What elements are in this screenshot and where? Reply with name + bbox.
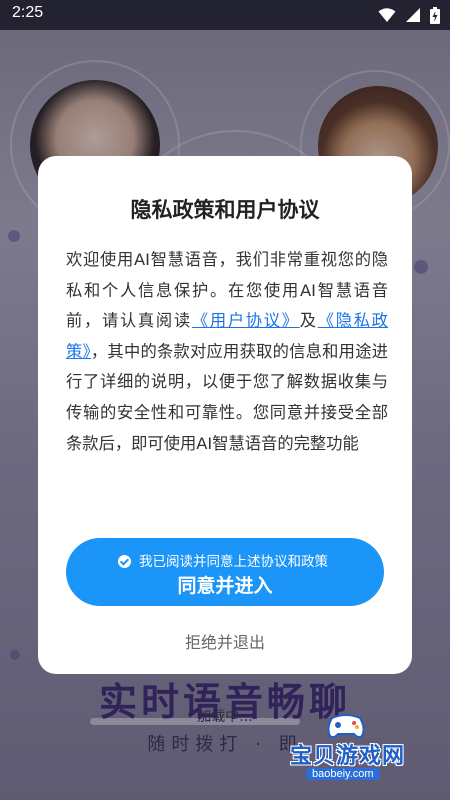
dialog-title: 隐私政策和用户协议 [130, 198, 320, 222]
agree-and-enter-button[interactable]: 我已阅读并同意上述协议和政策 同意并进入 [66, 538, 384, 606]
watermark-url: baobeiy.com [306, 768, 380, 780]
body-text-3: ，其中的条款对应用获取的信息和用途进行了详细的说明，以便于您了解数据收集与传输的… [66, 341, 388, 453]
check-icon [118, 555, 131, 568]
dialog-body: 欢迎使用AI智慧语音，我们非常重视您的隐私和个人信息保护。在您使用AI智慧语音前… [66, 245, 388, 459]
reject-and-exit-button[interactable]: 拒绝并退出 [38, 629, 412, 653]
watermark-text: 宝贝游戏网 [290, 744, 406, 769]
agree-checkbox-label: 我已阅读并同意上述协议和政策 [139, 554, 328, 570]
privacy-dialog: 隐私政策和用户协议 欢迎使用AI智慧语音，我们非常重视您的隐私和个人信息保护。在… [38, 156, 412, 674]
wifi-icon [378, 8, 396, 22]
body-text-2: 及 [299, 311, 318, 331]
battery-icon [430, 7, 440, 24]
agree-button-label: 同意并进入 [177, 575, 273, 597]
status-icons [374, 7, 440, 25]
gamepad-icon [327, 714, 365, 739]
watermark: 宝贝游戏网 baobeiy.com [272, 708, 422, 786]
status-bar: 2:25 [0, 0, 450, 30]
status-time: 2:25 [12, 4, 44, 21]
user-agreement-link[interactable]: 《用户协议》 [192, 311, 300, 330]
signal-icon [405, 8, 420, 22]
agree-checkbox[interactable]: 我已阅读并同意上述协议和政策 [118, 550, 328, 570]
